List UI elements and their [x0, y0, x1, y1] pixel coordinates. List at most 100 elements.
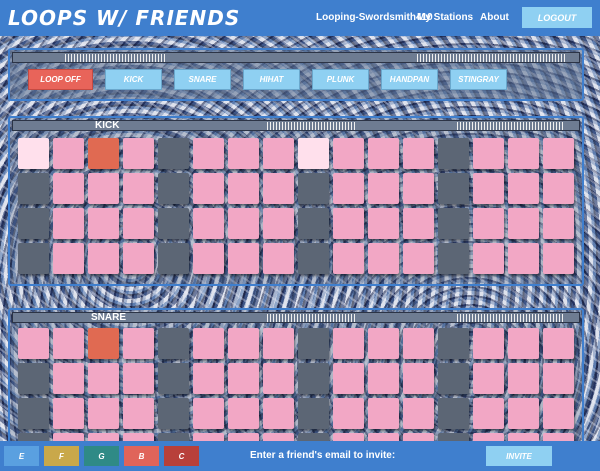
step-cell[interactable]: [158, 363, 189, 394]
step-cell[interactable]: [228, 363, 259, 394]
step-cell[interactable]: [438, 363, 469, 394]
step-cell[interactable]: [438, 173, 469, 204]
step-cell[interactable]: [333, 398, 364, 429]
step-cell[interactable]: [508, 173, 539, 204]
step-cell[interactable]: [193, 138, 224, 169]
step-cell[interactable]: [368, 138, 399, 169]
step-cell[interactable]: [88, 328, 119, 359]
step-cell[interactable]: [298, 363, 329, 394]
key-button-g[interactable]: G: [84, 446, 119, 466]
step-cell[interactable]: [403, 328, 434, 359]
step-cell[interactable]: [53, 243, 84, 274]
step-cell[interactable]: [368, 398, 399, 429]
volume-slider[interactable]: [65, 54, 165, 62]
step-cell[interactable]: [543, 243, 574, 274]
step-cell[interactable]: [333, 328, 364, 359]
step-cell[interactable]: [263, 208, 294, 239]
step-cell[interactable]: [508, 208, 539, 239]
app-logo[interactable]: Loops W/ Friends: [8, 6, 240, 30]
step-cell[interactable]: [543, 173, 574, 204]
loop-off-button[interactable]: LOOP OFF: [28, 69, 93, 90]
step-cell[interactable]: [53, 208, 84, 239]
step-cell[interactable]: [543, 363, 574, 394]
step-cell[interactable]: [298, 398, 329, 429]
step-cell[interactable]: [403, 243, 434, 274]
instrument-button-plunk[interactable]: PLUNK: [312, 69, 369, 90]
step-cell[interactable]: [88, 138, 119, 169]
key-button-e[interactable]: E: [4, 446, 39, 466]
step-cell[interactable]: [298, 328, 329, 359]
track-volume-slider[interactable]: [267, 122, 357, 130]
step-cell[interactable]: [263, 398, 294, 429]
step-cell[interactable]: [193, 208, 224, 239]
step-cell[interactable]: [368, 173, 399, 204]
step-cell[interactable]: [508, 398, 539, 429]
step-cell[interactable]: [403, 138, 434, 169]
step-cell[interactable]: [473, 363, 504, 394]
step-cell[interactable]: [473, 398, 504, 429]
step-cell[interactable]: [508, 243, 539, 274]
step-cell[interactable]: [298, 243, 329, 274]
step-cell[interactable]: [543, 398, 574, 429]
step-cell[interactable]: [473, 328, 504, 359]
step-cell[interactable]: [473, 173, 504, 204]
step-cell[interactable]: [473, 243, 504, 274]
step-cell[interactable]: [438, 138, 469, 169]
step-cell[interactable]: [368, 363, 399, 394]
step-cell[interactable]: [88, 173, 119, 204]
step-cell[interactable]: [508, 138, 539, 169]
step-cell[interactable]: [53, 363, 84, 394]
username-link[interactable]: Looping-Swordsmith410: [316, 12, 433, 23]
step-cell[interactable]: [438, 328, 469, 359]
step-cell[interactable]: [333, 363, 364, 394]
step-cell[interactable]: [193, 243, 224, 274]
step-cell[interactable]: [18, 398, 49, 429]
step-cell[interactable]: [88, 398, 119, 429]
step-cell[interactable]: [158, 243, 189, 274]
step-cell[interactable]: [508, 363, 539, 394]
tempo-slider[interactable]: [417, 54, 565, 62]
step-cell[interactable]: [543, 208, 574, 239]
step-cell[interactable]: [53, 173, 84, 204]
step-cell[interactable]: [508, 328, 539, 359]
step-cell[interactable]: [403, 363, 434, 394]
step-cell[interactable]: [543, 138, 574, 169]
invite-button[interactable]: INVITE: [486, 446, 552, 466]
step-cell[interactable]: [88, 363, 119, 394]
about-link[interactable]: About: [480, 12, 509, 23]
step-cell[interactable]: [18, 138, 49, 169]
step-cell[interactable]: [193, 173, 224, 204]
step-cell[interactable]: [438, 208, 469, 239]
step-cell[interactable]: [88, 208, 119, 239]
step-cell[interactable]: [18, 328, 49, 359]
step-cell[interactable]: [158, 328, 189, 359]
step-cell[interactable]: [403, 173, 434, 204]
step-cell[interactable]: [53, 138, 84, 169]
step-cell[interactable]: [368, 243, 399, 274]
step-cell[interactable]: [158, 398, 189, 429]
step-cell[interactable]: [403, 208, 434, 239]
step-cell[interactable]: [438, 398, 469, 429]
instrument-button-hihat[interactable]: HIHAT: [243, 69, 300, 90]
step-cell[interactable]: [473, 208, 504, 239]
track-volume-slider[interactable]: [267, 314, 357, 322]
step-cell[interactable]: [298, 138, 329, 169]
step-cell[interactable]: [158, 208, 189, 239]
key-button-c[interactable]: C: [164, 446, 199, 466]
step-cell[interactable]: [333, 173, 364, 204]
step-cell[interactable]: [53, 328, 84, 359]
logout-button[interactable]: LOGOUT: [522, 7, 592, 28]
step-cell[interactable]: [333, 243, 364, 274]
step-cell[interactable]: [263, 363, 294, 394]
step-cell[interactable]: [53, 398, 84, 429]
step-cell[interactable]: [88, 243, 119, 274]
step-cell[interactable]: [228, 208, 259, 239]
key-button-f[interactable]: F: [44, 446, 79, 466]
step-cell[interactable]: [263, 138, 294, 169]
instrument-button-kick[interactable]: KICK: [105, 69, 162, 90]
step-cell[interactable]: [18, 363, 49, 394]
step-cell[interactable]: [158, 138, 189, 169]
step-cell[interactable]: [228, 328, 259, 359]
step-cell[interactable]: [18, 243, 49, 274]
step-cell[interactable]: [193, 328, 224, 359]
